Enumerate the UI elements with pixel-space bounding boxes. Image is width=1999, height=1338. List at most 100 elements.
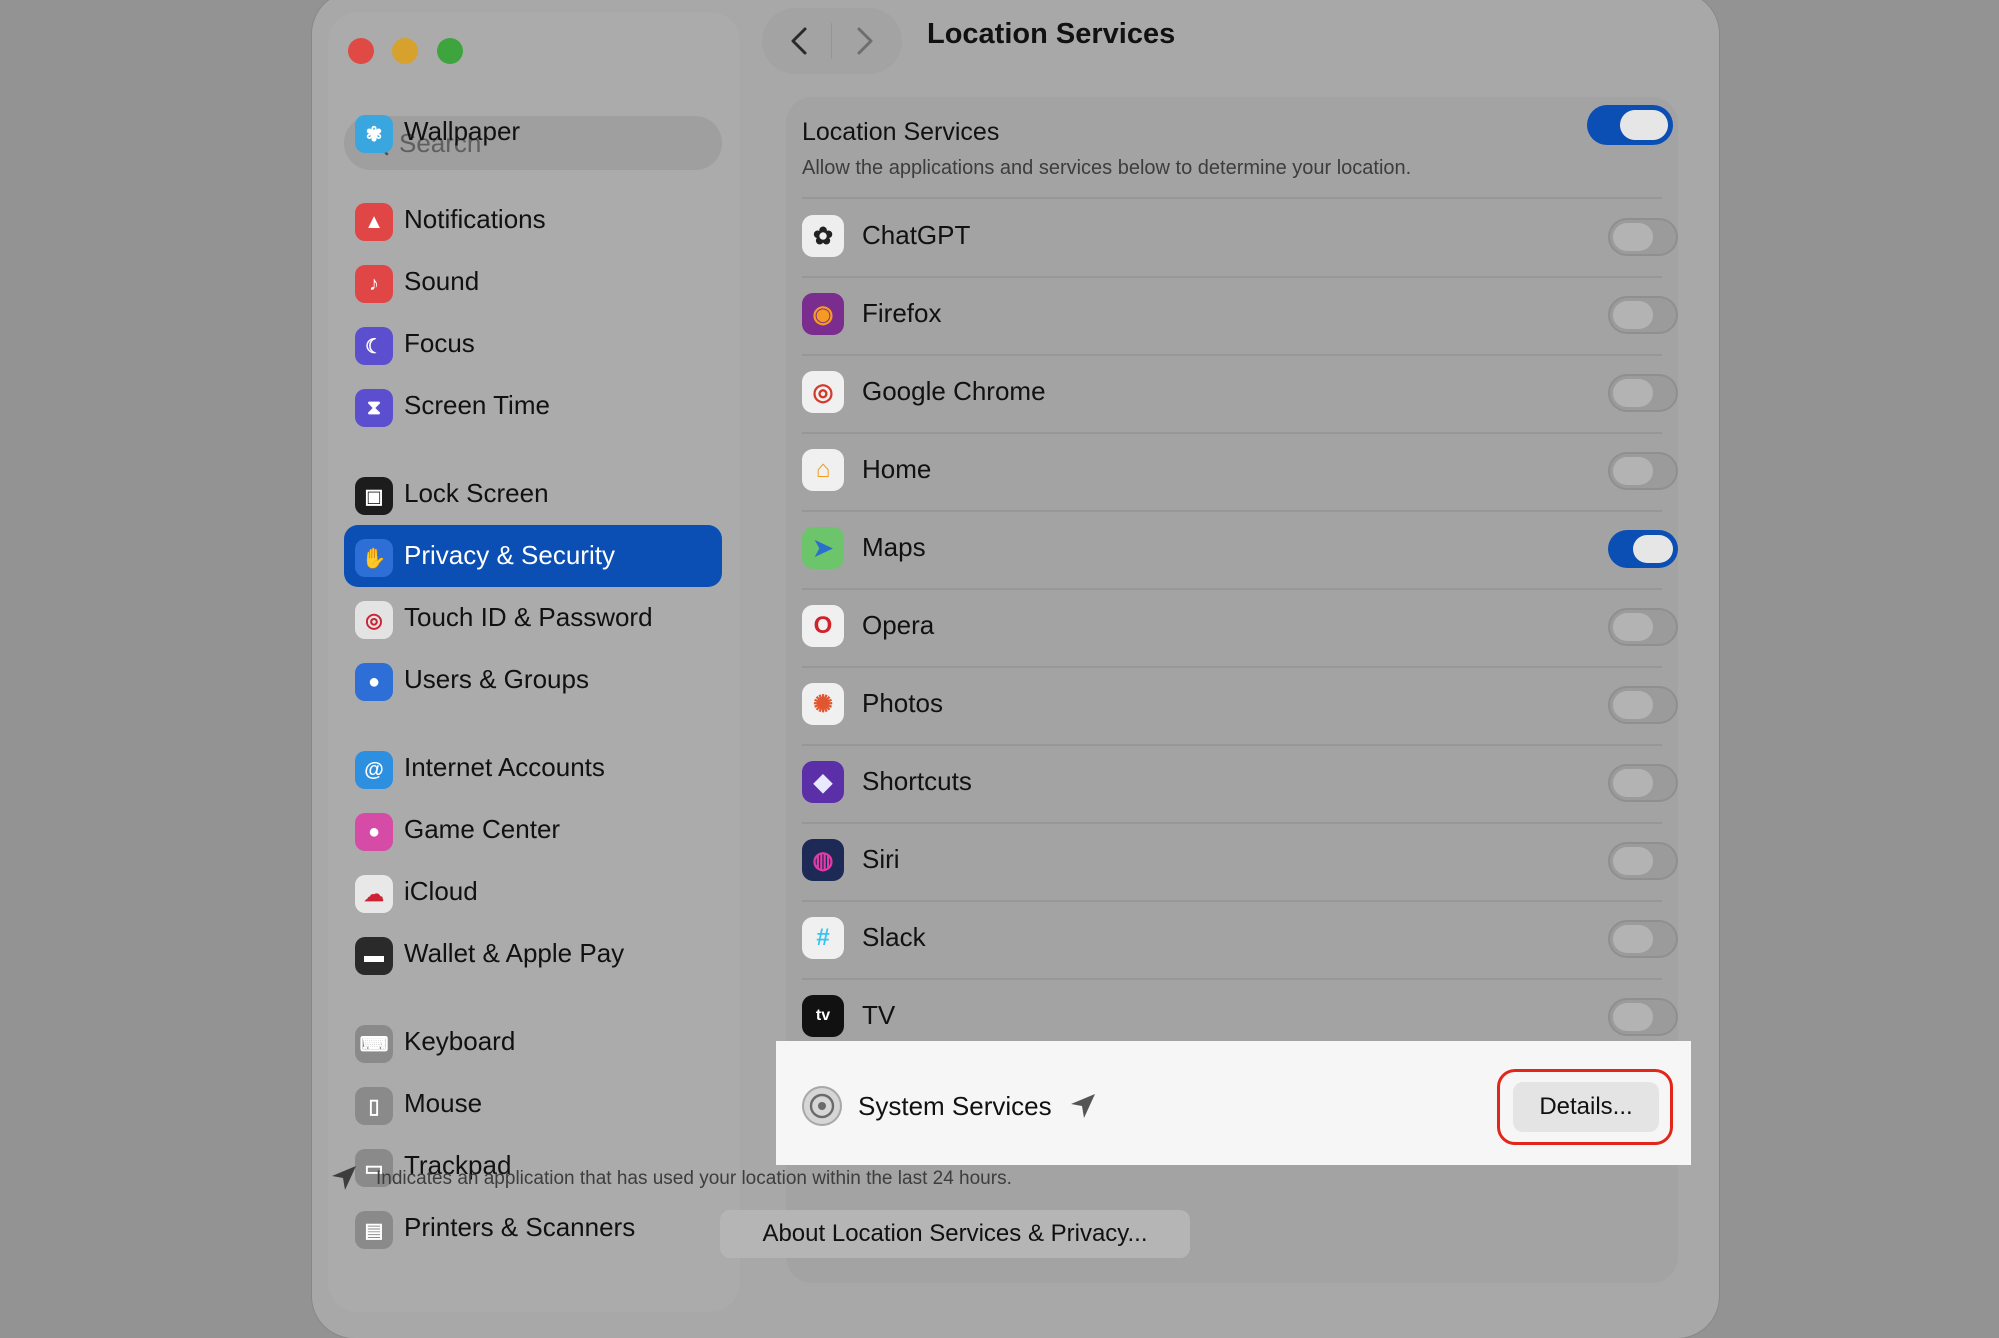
sidebar-item-printers-scanners[interactable]: ▤ Printers & Scanners [344, 1197, 722, 1259]
system-services-row[interactable]: System Services Details... [776, 1041, 1691, 1165]
location-note-text: Indicates an application that has used y… [376, 1168, 1012, 1189]
wallet-icon: ▬ [355, 937, 393, 975]
location-used-note: Indicates an application that has used y… [332, 1166, 1012, 1190]
app-name: Firefox [862, 298, 942, 328]
location-toggle[interactable] [1608, 218, 1678, 256]
sidebar-item-privacy-security[interactable]: ✋ Privacy & Security [344, 525, 722, 587]
wallpaper-icon: ✾ [355, 115, 393, 153]
zoom-window-button[interactable] [437, 38, 463, 64]
app-name: Slack [862, 922, 926, 952]
home-icon: ⌂ [802, 449, 844, 491]
photos-icon: ✺ [802, 683, 844, 725]
location-toggle[interactable] [1608, 608, 1678, 646]
app-name: Shortcuts [862, 766, 972, 796]
sidebar-item-game-center[interactable]: ● Game Center [344, 799, 722, 861]
sidebar-item-sound[interactable]: ♪ Sound [344, 251, 722, 313]
app-row-shortcuts: ◆ Shortcuts [802, 744, 1678, 822]
forward-chevron-icon[interactable] [844, 21, 884, 61]
sidebar-item-label: Lock Screen [404, 478, 549, 508]
toggle-knob [1613, 223, 1653, 251]
lock-screen-icon: ▣ [355, 477, 393, 515]
minimize-window-button[interactable] [392, 38, 418, 64]
location-toggle[interactable] [1608, 686, 1678, 724]
sidebar: Search ✾ Wallpaper ▲ Notifications ♪ Sound ☾ Fo… [328, 12, 740, 1312]
back-chevron-icon[interactable] [780, 21, 820, 61]
location-toggle[interactable] [1608, 530, 1678, 568]
navigation-controls [762, 8, 902, 74]
shortcuts-icon: ◆ [802, 761, 844, 803]
location-toggle[interactable] [1608, 296, 1678, 334]
sidebar-item-label: iCloud [404, 876, 478, 906]
sidebar-item-notifications[interactable]: ▲ Notifications [344, 189, 722, 251]
location-toggle[interactable] [1608, 764, 1678, 802]
sound-icon: ♪ [355, 265, 393, 303]
location-toggle[interactable] [1608, 998, 1678, 1036]
firefox-icon: ◉ [802, 293, 844, 335]
app-name: ChatGPT [862, 220, 971, 250]
location-arrow-icon [1071, 1094, 1095, 1118]
sidebar-item-label: Keyboard [404, 1026, 516, 1056]
system-services-label: System Services [858, 1091, 1052, 1121]
nav-divider [831, 23, 832, 59]
notifications-icon: ▲ [355, 203, 393, 241]
game-center-icon: ● [355, 813, 393, 851]
sidebar-item-internet-accounts[interactable]: @ Internet Accounts [344, 737, 722, 799]
close-window-button[interactable] [348, 38, 374, 64]
app-row-slack: # Slack [802, 900, 1678, 978]
sidebar-item-users-groups[interactable]: ● Users & Groups [344, 649, 722, 711]
sidebar-item-wallpaper[interactable]: ✾ Wallpaper [344, 101, 722, 163]
sidebar-item-label: Notifications [404, 204, 546, 234]
sidebar-item-label: Users & Groups [404, 664, 589, 694]
highlight-ring [1497, 1069, 1673, 1145]
sidebar-item-label: Privacy & Security [404, 540, 615, 570]
sidebar-item-label: Screen Time [404, 390, 550, 420]
location-services-toggle[interactable] [1587, 105, 1673, 145]
sidebar-item-focus[interactable]: ☾ Focus [344, 313, 722, 375]
system-services-gear-icon [802, 1086, 842, 1126]
printers-scanners-icon: ▤ [355, 1211, 393, 1249]
toggle-knob [1613, 301, 1653, 329]
slack-icon: # [802, 917, 844, 959]
privacy-security-icon: ✋ [355, 539, 393, 577]
toggle-knob [1620, 110, 1668, 140]
app-name: TV [862, 1000, 896, 1030]
page-title: Location Services [927, 18, 1176, 50]
icloud-icon: ☁ [355, 875, 393, 913]
toggle-knob [1613, 847, 1653, 875]
sidebar-item-label: Touch ID & Password [404, 602, 653, 632]
internet-accounts-icon: @ [355, 751, 393, 789]
sidebar-item-mouse[interactable]: ▯ Mouse [344, 1073, 722, 1135]
sidebar-item-icloud[interactable]: ☁ iCloud [344, 861, 722, 923]
maps-icon: ➤ [802, 527, 844, 569]
toggle-knob [1613, 769, 1653, 797]
sidebar-item-wallet-apple-pay[interactable]: ▬ Wallet & Apple Pay [344, 923, 722, 985]
sidebar-item-label: Printers & Scanners [404, 1212, 636, 1242]
tv-icon: tv [802, 995, 844, 1037]
location-toggle[interactable] [1608, 374, 1678, 412]
location-toggle[interactable] [1608, 452, 1678, 490]
touch-id-icon: ◎ [355, 601, 393, 639]
toggle-knob [1613, 691, 1653, 719]
location-services-title: Location Services [802, 118, 1000, 146]
location-toggle[interactable] [1608, 842, 1678, 880]
siri-icon: ◍ [802, 839, 844, 881]
users-groups-icon: ● [355, 663, 393, 701]
sidebar-item-lock-screen[interactable]: ▣ Lock Screen [344, 463, 722, 525]
sidebar-item-keyboard[interactable]: ⌨ Keyboard [344, 1011, 722, 1073]
sidebar-item-touch-id-password[interactable]: ◎ Touch ID & Password [344, 587, 722, 649]
app-row-google-chrome: ◎ Google Chrome [802, 354, 1678, 432]
chatgpt-icon: ✿ [802, 215, 844, 257]
app-name: Home [862, 454, 932, 484]
about-location-privacy-button[interactable]: About Location Services & Privacy... [720, 1210, 1190, 1258]
location-toggle[interactable] [1608, 920, 1678, 958]
app-row-opera: O Opera [802, 588, 1678, 666]
sidebar-item-label: Focus [404, 328, 475, 358]
sidebar-item-screen-time[interactable]: ⧗ Screen Time [344, 375, 722, 437]
toggle-knob [1613, 613, 1653, 641]
app-name: Photos [862, 688, 943, 718]
app-row-chatgpt: ✿ ChatGPT [802, 198, 1678, 276]
sidebar-item-label: Wallpaper [404, 116, 521, 146]
app-name: Maps [862, 532, 926, 562]
toggle-knob [1613, 925, 1653, 953]
mouse-icon: ▯ [355, 1087, 393, 1125]
